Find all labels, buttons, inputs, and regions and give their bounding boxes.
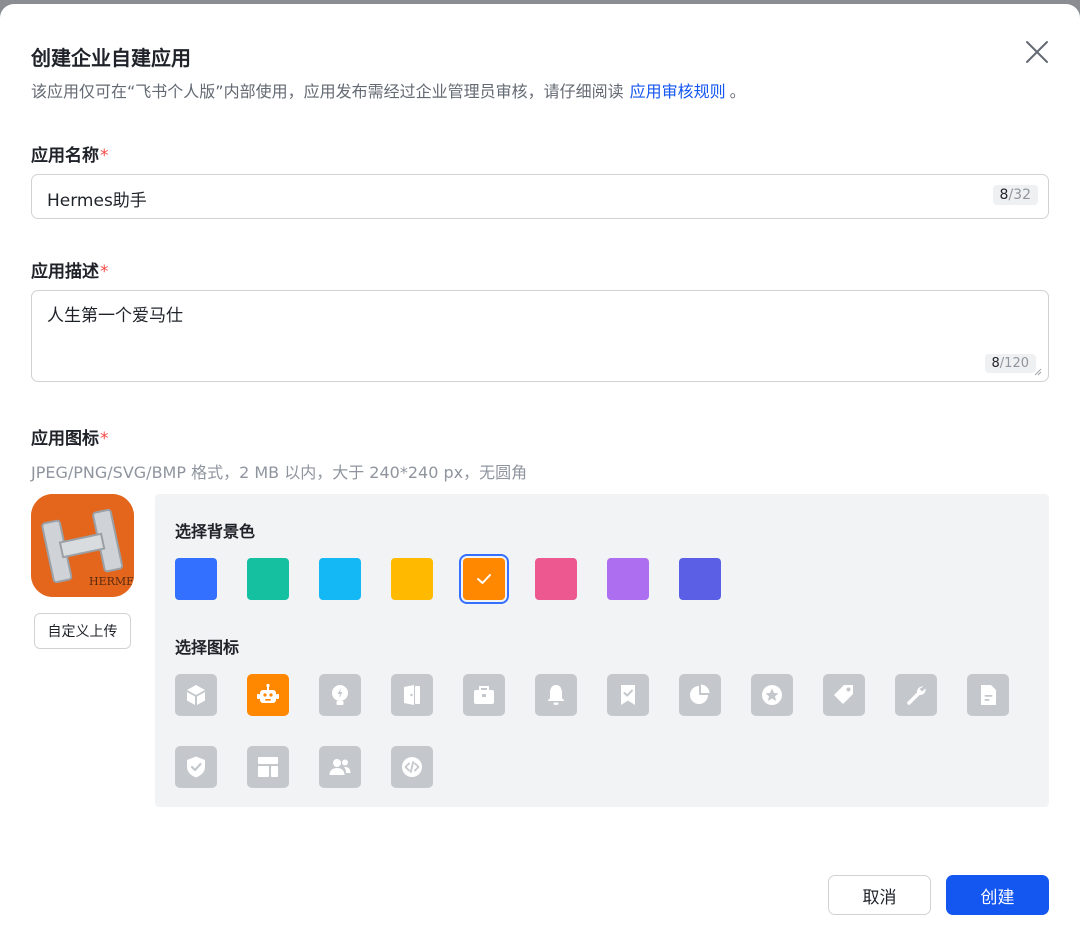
icon-option[interactable]: [391, 674, 433, 716]
users-icon: [329, 759, 351, 775]
cancel-button[interactable]: 取消: [828, 875, 931, 915]
app-desc-count: 8: [991, 356, 1000, 371]
check-icon: [477, 574, 491, 584]
required-mark: *: [100, 262, 109, 282]
app-desc-counter: 8/120: [984, 354, 1036, 373]
subtitle-tail: 。: [729, 82, 746, 101]
app-desc-label: 应用描述*: [31, 257, 109, 282]
bg-color-label: 选择背景色: [175, 522, 256, 541]
create-button[interactable]: 创建: [946, 875, 1049, 915]
dialog-subtitle: 该应用仅可在“飞书个人版”内部使用，应用发布需经过企业管理员审核，请仔细阅读 应用…: [31, 78, 746, 102]
app-icon-hint: JPEG/PNG/SVG/BMP 格式，2 MB 以内，大于 240*240 p…: [31, 463, 528, 482]
door-icon: [404, 685, 420, 705]
icon-option[interactable]: [175, 674, 217, 716]
document-icon: [981, 685, 996, 705]
subtitle-text: 该应用仅可在“飞书个人版”内部使用，应用发布需经过企业管理员审核，请仔细阅读: [31, 82, 624, 101]
preview-brand-text: HERMES: [89, 575, 134, 588]
icon-option[interactable]: [463, 674, 505, 716]
icon-option[interactable]: [319, 674, 361, 716]
bg-color-swatch[interactable]: [391, 558, 433, 600]
required-mark: *: [100, 429, 109, 449]
app-name-input[interactable]: Hermes助手 8/32: [31, 174, 1049, 219]
bg-color-swatch[interactable]: [319, 558, 361, 600]
resize-handle-icon[interactable]: [1034, 368, 1042, 376]
bg-color-swatch[interactable]: [535, 558, 577, 600]
app-name-label: 应用名称*: [31, 141, 109, 166]
bookmark-check-icon: [621, 685, 635, 705]
review-rules-link[interactable]: 应用审核规则: [630, 82, 726, 101]
bg-color-swatch[interactable]: [607, 558, 649, 600]
icon-option[interactable]: [391, 746, 433, 788]
briefcase-icon: [474, 686, 494, 704]
app-icon-preview: HERMES: [31, 494, 134, 597]
cube-icon: [187, 685, 205, 705]
star-badge-icon: [762, 685, 782, 705]
app-desc-value: 人生第一个爱马仕: [47, 306, 183, 326]
bell-icon: [547, 685, 565, 705]
app-name-max: /32: [1008, 187, 1031, 203]
pie-chart-icon: [690, 684, 710, 704]
close-icon[interactable]: [1022, 37, 1052, 67]
bg-color-swatch[interactable]: [463, 558, 505, 600]
icon-option[interactable]: [679, 674, 721, 716]
required-mark: *: [100, 146, 109, 166]
icon-option[interactable]: [175, 746, 217, 788]
app-icon-label-text: 应用图标: [31, 429, 99, 449]
app-name-value: Hermes助手: [47, 191, 147, 211]
icon-option[interactable]: [751, 674, 793, 716]
app-icon-label: 应用图标*: [31, 424, 109, 449]
bg-color-swatch[interactable]: [247, 558, 289, 600]
app-desc-textarea[interactable]: 人生第一个爱马仕 8/120: [31, 290, 1049, 382]
icon-option[interactable]: [247, 674, 289, 716]
app-desc-label-text: 应用描述: [31, 262, 99, 282]
icon-select-label: 选择图标: [175, 638, 240, 657]
tag-icon: [834, 685, 853, 704]
app-name-label-text: 应用名称: [31, 146, 99, 166]
custom-upload-button[interactable]: 自定义上传: [34, 613, 131, 649]
icon-option[interactable]: [247, 746, 289, 788]
code-icon: [402, 757, 422, 777]
icon-option[interactable]: [895, 674, 937, 716]
app-name-counter: 8/32: [992, 185, 1038, 205]
robot-icon: [257, 683, 279, 703]
icon-picker-panel: 选择背景色 选择图标: [155, 494, 1049, 807]
icon-option[interactable]: [535, 674, 577, 716]
layout-icon: [258, 757, 278, 777]
dialog-title: 创建企业自建应用: [31, 46, 191, 70]
bg-color-swatch[interactable]: [175, 558, 217, 600]
icon-option[interactable]: [607, 674, 649, 716]
create-app-dialog: 创建企业自建应用 该应用仅可在“飞书个人版”内部使用，应用发布需经过企业管理员审…: [0, 4, 1080, 944]
shield-check-icon: [187, 756, 205, 778]
icon-option[interactable]: [967, 674, 1009, 716]
app-desc-max: /120: [999, 356, 1029, 371]
lightbulb-icon: [332, 685, 348, 705]
wrench-icon: [907, 686, 926, 705]
bg-color-swatch[interactable]: [679, 558, 721, 600]
icon-option[interactable]: [319, 746, 361, 788]
icon-option[interactable]: [823, 674, 865, 716]
